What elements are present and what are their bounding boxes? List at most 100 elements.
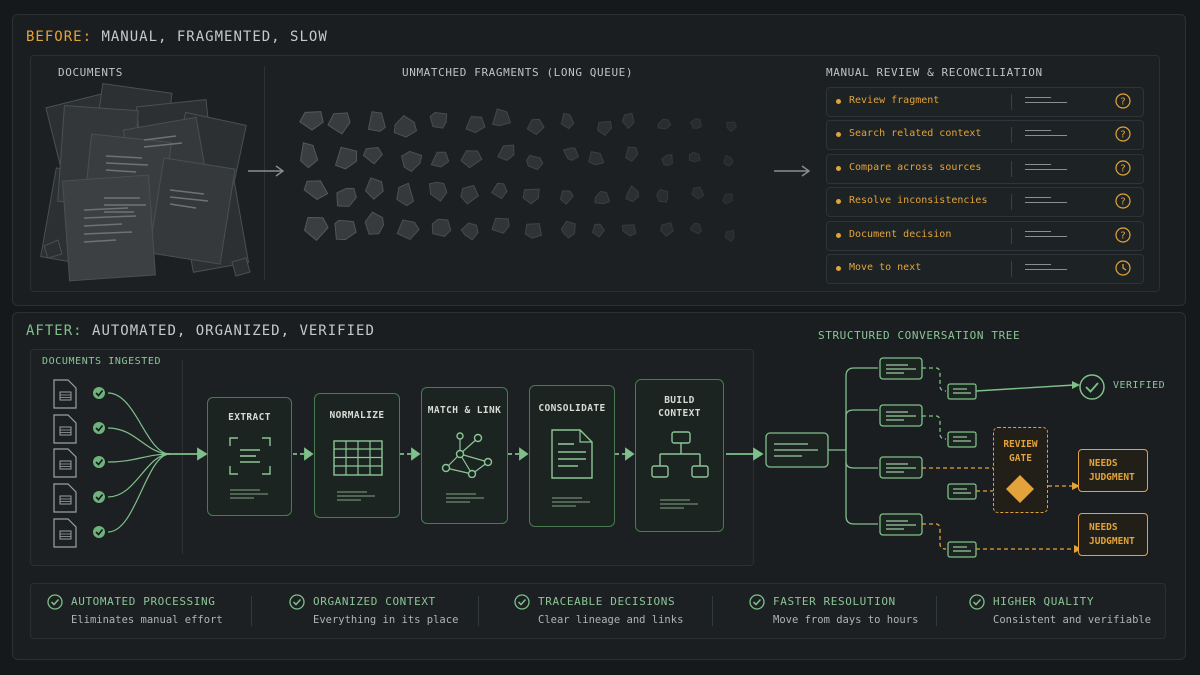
stage-build-context-label-2: CONTEXT — [658, 408, 701, 419]
fragment-shape — [526, 118, 545, 136]
fragment-shape — [621, 112, 635, 130]
fragment-shape — [428, 181, 448, 202]
review-gate-label-1: REVIEW — [1003, 439, 1038, 450]
feature-divider — [251, 596, 252, 626]
needs-judgment-label-2b: JUDGMENT — [1089, 536, 1135, 547]
fragment-shape — [364, 211, 385, 235]
review-gate: REVIEW GATE — [993, 427, 1048, 513]
feature-divider — [478, 596, 479, 626]
task-label: Search related context — [849, 128, 982, 139]
stage-extract-label: EXTRACT — [228, 412, 271, 423]
needs-judgment-box-2: NEEDS JUDGMENT — [1078, 513, 1148, 556]
feature-description: Eliminates manual effort — [71, 614, 223, 626]
stage-normalize-label: NORMALIZE — [329, 410, 385, 421]
task-label: Resolve inconsistencies — [849, 195, 988, 206]
fragment-shape — [594, 190, 611, 205]
ingested-title: DOCUMENTS INGESTED — [42, 356, 162, 367]
fragment-shape — [722, 193, 733, 205]
fragment-shape — [592, 223, 605, 238]
task-label: Move to next — [849, 262, 922, 273]
tree-title: STRUCTURED CONVERSATION TREE — [818, 329, 1021, 342]
needs-judgment-label-2a: NEEDS — [1089, 522, 1118, 533]
check-circle-icon — [47, 594, 63, 610]
fragments-illustration — [299, 108, 737, 242]
review-task-review-fragment: Review fragment ? — [826, 87, 1144, 117]
task-line — [1025, 236, 1067, 237]
verified-check-icon — [1079, 374, 1105, 400]
question-icon: ? — [1115, 193, 1131, 209]
feature-description: Consistent and verifiable — [993, 614, 1152, 626]
fragment-shape — [491, 108, 512, 127]
fragment-shape — [431, 218, 452, 238]
feature-title: FASTER RESOLUTION — [773, 595, 896, 608]
fragment-shape — [526, 154, 544, 171]
check-circle-icon — [93, 456, 105, 468]
task-line — [1025, 197, 1051, 198]
review-title: MANUAL REVIEW & RECONCILIATION — [826, 66, 1043, 79]
task-line — [1025, 102, 1067, 103]
check-circle-icon — [969, 594, 985, 610]
fragment-shape — [299, 142, 319, 169]
before-heading-text: MANUAL, FRAGMENTED, SLOW — [101, 29, 328, 45]
pipeline-connectors — [162, 447, 764, 461]
question-icon: ? — [1115, 160, 1131, 176]
task-bullet — [836, 166, 841, 171]
task-line — [1025, 135, 1067, 136]
task-divider — [1011, 194, 1012, 210]
fragment-shape — [465, 116, 486, 134]
gate-diamond-icon — [1006, 475, 1034, 503]
feature-title: HIGHER QUALITY — [993, 595, 1095, 608]
svg-text:?: ? — [1120, 231, 1125, 242]
question-icon: ? — [1115, 93, 1131, 109]
feature-title: ORGANIZED CONTEXT — [313, 595, 436, 608]
fragment-shape — [430, 151, 450, 168]
fragment-shape — [657, 118, 672, 130]
task-label: Document decision — [849, 229, 952, 240]
document-pile-illustration — [40, 83, 251, 282]
review-task-document-decision: Document decision ? — [826, 221, 1144, 251]
svg-text:?: ? — [1120, 97, 1125, 108]
check-circle-icon — [93, 422, 105, 434]
fragment-shape — [726, 121, 737, 133]
task-label: Compare across sources — [849, 162, 982, 173]
fragment-shape — [691, 186, 705, 200]
task-bullet — [836, 199, 841, 204]
fragment-shape — [491, 217, 510, 234]
needs-judgment-box-1: NEEDS JUDGMENT — [1078, 449, 1148, 492]
task-line — [1025, 97, 1051, 98]
task-line — [1025, 202, 1067, 203]
task-divider — [1011, 94, 1012, 110]
task-line — [1025, 164, 1051, 165]
review-gate-label-2: GATE — [1009, 453, 1032, 464]
fragment-shape — [396, 182, 415, 207]
fragment-shape — [362, 146, 384, 165]
fragment-shape — [460, 222, 479, 241]
needs-judgment-label-1b: JUDGMENT — [1089, 472, 1135, 483]
check-circle-icon — [93, 387, 105, 399]
question-icon: ? — [1115, 126, 1131, 142]
task-line — [1025, 264, 1051, 265]
text-lines-icon — [337, 491, 375, 501]
fragment-shape — [588, 151, 605, 166]
after-heading: AFTER: AUTOMATED, ORGANIZED, VERIFIED — [26, 323, 375, 339]
check-circle-icon — [749, 594, 765, 610]
task-bullet — [836, 233, 841, 238]
task-bullet — [836, 266, 841, 271]
ingested-document-icon — [53, 414, 77, 444]
clock-icon — [1115, 260, 1131, 276]
fragment-shape — [524, 223, 543, 239]
fragment-shape — [303, 216, 329, 241]
before-arrow-1 — [248, 165, 285, 177]
fragment-shape — [688, 151, 701, 163]
fragment-shape — [334, 146, 358, 170]
feature-title: TRACEABLE DECISIONS — [538, 595, 676, 608]
fragment-shape — [690, 222, 703, 235]
task-line — [1025, 169, 1067, 170]
check-circle-icon — [514, 594, 530, 610]
feature-title: AUTOMATED PROCESSING — [71, 595, 216, 608]
feature-description: Clear lineage and links — [538, 614, 684, 626]
fragment-shape — [460, 150, 483, 169]
text-lines-icon — [446, 493, 484, 503]
fragment-shape — [621, 224, 637, 237]
fragment-shape — [429, 111, 448, 129]
